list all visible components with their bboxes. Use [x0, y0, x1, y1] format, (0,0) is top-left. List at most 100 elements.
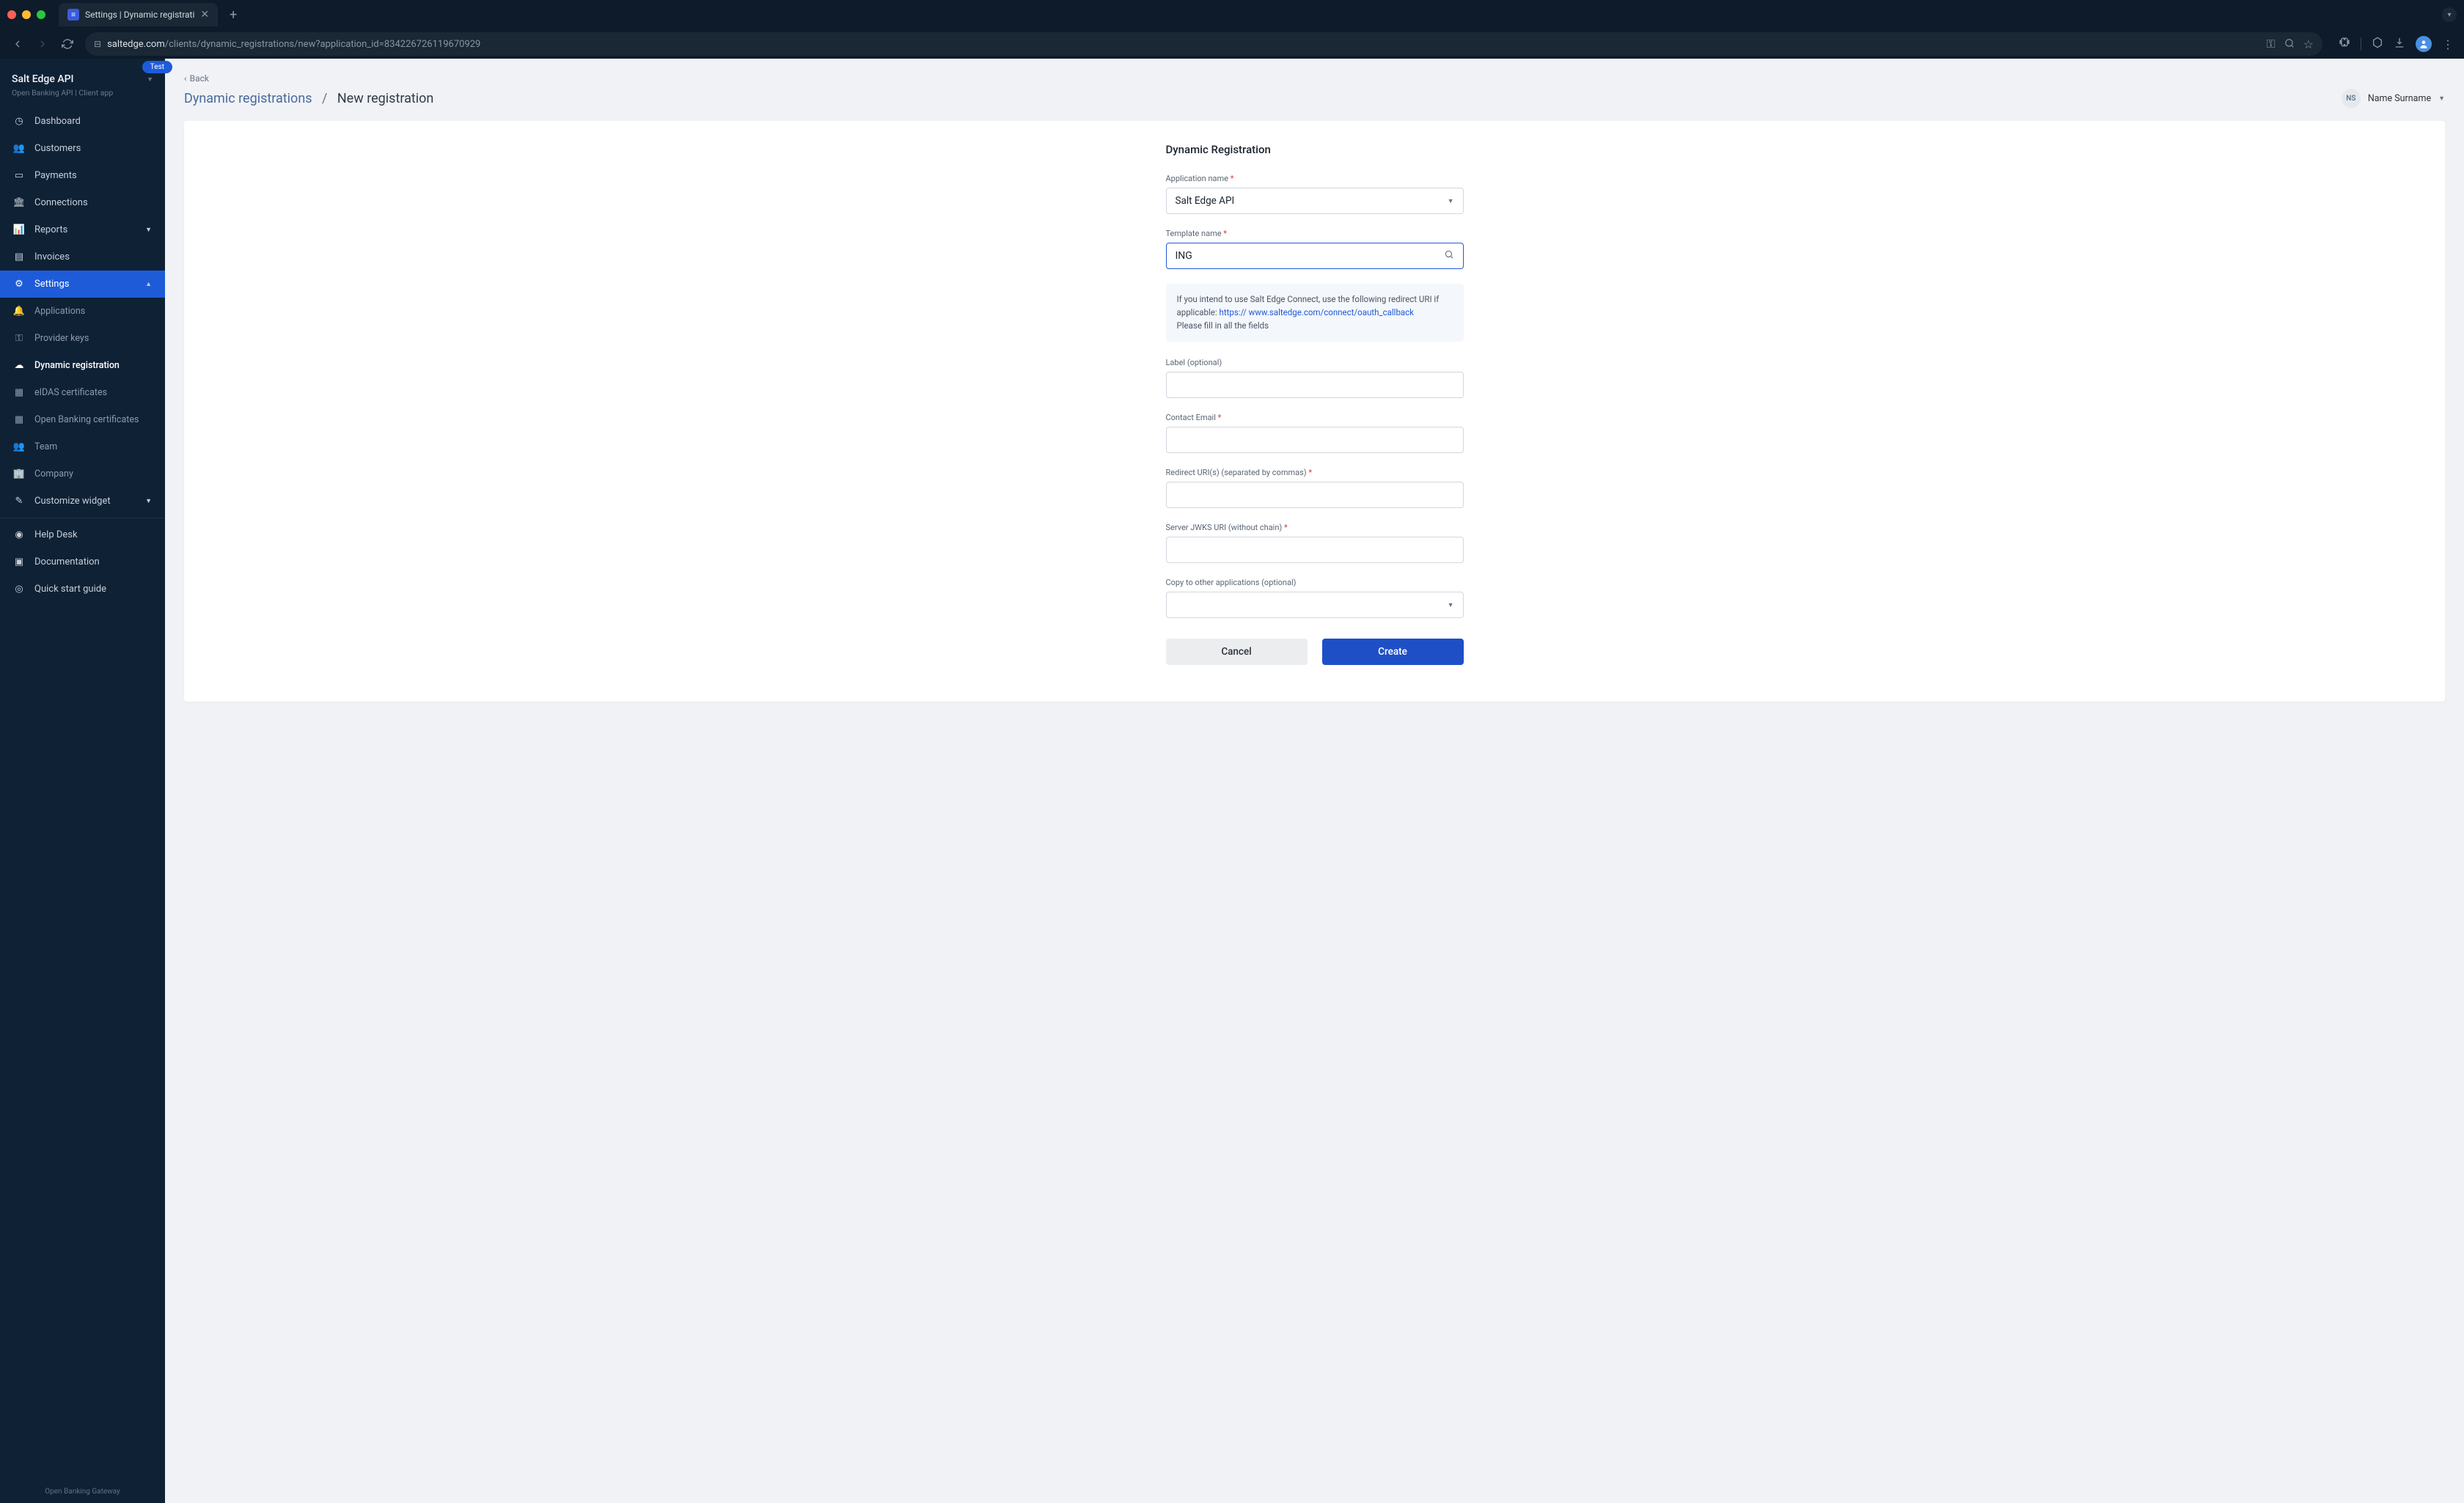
- template-name-input-wrapper: [1166, 243, 1464, 269]
- key-icon: ⚿: [13, 333, 25, 344]
- maximize-window-button[interactable]: [37, 10, 45, 19]
- redirect-label: Redirect URI(s) (separated by commas) *: [1166, 468, 1464, 477]
- cloud-icon: ☁: [13, 360, 25, 371]
- sidebar-item-ob-certificates[interactable]: ▦ Open Banking certificates: [0, 406, 165, 433]
- zoom-icon[interactable]: [2284, 37, 2295, 51]
- chart-icon: 📊: [13, 224, 25, 235]
- bookmark-icon[interactable]: ☆: [2303, 37, 2314, 51]
- jwks-label: Server JWKS URI (without chain) *: [1166, 523, 1464, 532]
- url-text: saltedge.com/clients/dynamic_registratio…: [107, 39, 2260, 50]
- label-input[interactable]: [1166, 372, 1464, 398]
- speedometer-icon: ◷: [13, 116, 25, 127]
- sidebar: Test Salt Edge API ▼ Open Banking API | …: [0, 59, 165, 1503]
- card-icon: ▭: [13, 170, 25, 181]
- back-button[interactable]: [10, 37, 25, 51]
- window-controls: [7, 10, 45, 19]
- profile-button[interactable]: [2416, 36, 2432, 52]
- breadcrumb-current: New registration: [337, 91, 434, 106]
- minimize-window-button[interactable]: [22, 10, 31, 19]
- sidebar-item-payments[interactable]: ▭ Payments: [0, 162, 165, 189]
- sidebar-item-team[interactable]: 👥 Team: [0, 433, 165, 460]
- bank-icon: 🏛: [13, 197, 25, 208]
- sidebar-item-eidas[interactable]: ▦ eIDAS certificates: [0, 379, 165, 406]
- jwks-input[interactable]: [1166, 537, 1464, 563]
- check-circle-icon: ◎: [13, 584, 25, 595]
- close-tab-button[interactable]: ✕: [200, 9, 209, 21]
- new-tab-button[interactable]: +: [224, 4, 243, 26]
- email-input[interactable]: [1166, 427, 1464, 453]
- chevron-up-icon: ▲: [145, 280, 152, 288]
- url-bar[interactable]: ⊟ saltedge.com/clients/dynamic_registrat…: [85, 32, 2322, 56]
- sidebar-item-customers[interactable]: 👥 Customers: [0, 135, 165, 162]
- downloads-icon[interactable]: [2394, 37, 2405, 51]
- sidebar-item-quick-start[interactable]: ◎ Quick start guide: [0, 576, 165, 603]
- building-icon: 🏢: [13, 468, 25, 479]
- template-name-label: Template name *: [1166, 229, 1464, 238]
- avatar: NS: [2342, 89, 2361, 108]
- document-icon: ▤: [13, 251, 25, 262]
- sidebar-footer: Open Banking Gateway: [0, 1480, 165, 1503]
- close-window-button[interactable]: [7, 10, 16, 19]
- form-title: Dynamic Registration: [1166, 143, 1464, 156]
- tab-favicon: ≡: [67, 9, 79, 21]
- site-info-icon[interactable]: ⊟: [94, 39, 101, 49]
- app-switcher[interactable]: Salt Edge API ▼: [12, 73, 153, 85]
- info-box: If you intend to use Salt Edge Connect, …: [1166, 284, 1464, 342]
- create-button[interactable]: Create: [1322, 639, 1464, 665]
- back-link[interactable]: ‹ Back: [184, 73, 209, 84]
- team-icon: 👥: [13, 441, 25, 452]
- sidebar-item-invoices[interactable]: ▤ Invoices: [0, 243, 165, 271]
- sidebar-item-connections[interactable]: 🏛 Connections: [0, 189, 165, 216]
- forward-button[interactable]: [35, 37, 50, 51]
- sidebar-item-applications[interactable]: 🔔 Applications: [0, 298, 165, 325]
- sidebar-item-help-desk[interactable]: ◉ Help Desk: [0, 521, 165, 548]
- environment-badge: Test: [142, 61, 172, 73]
- email-label: Contact Email *: [1166, 413, 1464, 422]
- app-subtitle: Open Banking API | Client app: [12, 88, 153, 98]
- browser-tab[interactable]: ≡ Settings | Dynamic registrati ✕: [59, 3, 218, 26]
- sidebar-item-dynamic-registration[interactable]: ☁ Dynamic registration: [0, 352, 165, 379]
- reload-button[interactable]: [60, 37, 75, 51]
- template-name-input[interactable]: [1176, 250, 1444, 262]
- sidebar-item-settings[interactable]: ⚙ Settings ▲: [0, 271, 165, 298]
- chevron-down-icon: ▼: [1448, 601, 1454, 609]
- user-menu[interactable]: NS Name Surname ▼: [2342, 89, 2445, 108]
- chevron-left-icon: ‹: [184, 73, 187, 84]
- app-title: Salt Edge API: [12, 73, 74, 85]
- redirect-input[interactable]: [1166, 482, 1464, 508]
- extensions-icon[interactable]: [2339, 37, 2350, 51]
- pencil-icon: ✎: [13, 496, 25, 507]
- chevron-down-icon: ▼: [145, 497, 152, 505]
- sidebar-item-customize-widget[interactable]: ✎ Customize widget ▼: [0, 488, 165, 515]
- breadcrumb-parent[interactable]: Dynamic registrations: [184, 91, 312, 106]
- menu-button[interactable]: ⋮: [2442, 37, 2454, 51]
- tab-bar: ≡ Settings | Dynamic registrati ✕ + ▾: [0, 0, 2464, 29]
- app-name-label: Application name *: [1166, 174, 1464, 183]
- password-icon[interactable]: ⚿: [2266, 37, 2275, 51]
- sidebar-item-provider-keys[interactable]: ⚿ Provider keys: [0, 325, 165, 352]
- copy-select[interactable]: ▼: [1166, 592, 1464, 618]
- label-label: Label (optional): [1166, 358, 1464, 367]
- tab-title: Settings | Dynamic registrati: [85, 10, 194, 20]
- certificate-icon: ▦: [13, 387, 25, 398]
- gear-icon: ⚙: [13, 279, 25, 290]
- breadcrumb: Dynamic registrations / New registration: [184, 91, 433, 106]
- sidebar-item-documentation[interactable]: ▣ Documentation: [0, 548, 165, 576]
- app-icon[interactable]: [2372, 37, 2383, 51]
- chevron-down-icon: ▼: [1448, 197, 1454, 205]
- app-name-select[interactable]: Salt Edge API ▼: [1166, 188, 1464, 214]
- tabs-dropdown-button[interactable]: ▾: [2442, 7, 2457, 22]
- copy-label: Copy to other applications (optional): [1166, 578, 1464, 587]
- sidebar-item-dashboard[interactable]: ◷ Dashboard: [0, 108, 165, 135]
- sidebar-item-reports[interactable]: 📊 Reports ▼: [0, 216, 165, 243]
- redirect-uri-link[interactable]: https:// www.saltedge.com/connect/oauth_…: [1220, 307, 1414, 317]
- sidebar-item-company[interactable]: 🏢 Company: [0, 460, 165, 488]
- user-name: Name Surname: [2368, 93, 2431, 104]
- chevron-down-icon: ▼: [2438, 95, 2445, 103]
- bell-icon: 🔔: [13, 306, 25, 317]
- docs-icon: ▣: [13, 556, 25, 567]
- cancel-button[interactable]: Cancel: [1166, 639, 1308, 665]
- chevron-down-icon: ▼: [145, 226, 152, 234]
- form-card: Dynamic Registration Application name * …: [184, 121, 2445, 702]
- search-icon[interactable]: [1444, 249, 1454, 262]
